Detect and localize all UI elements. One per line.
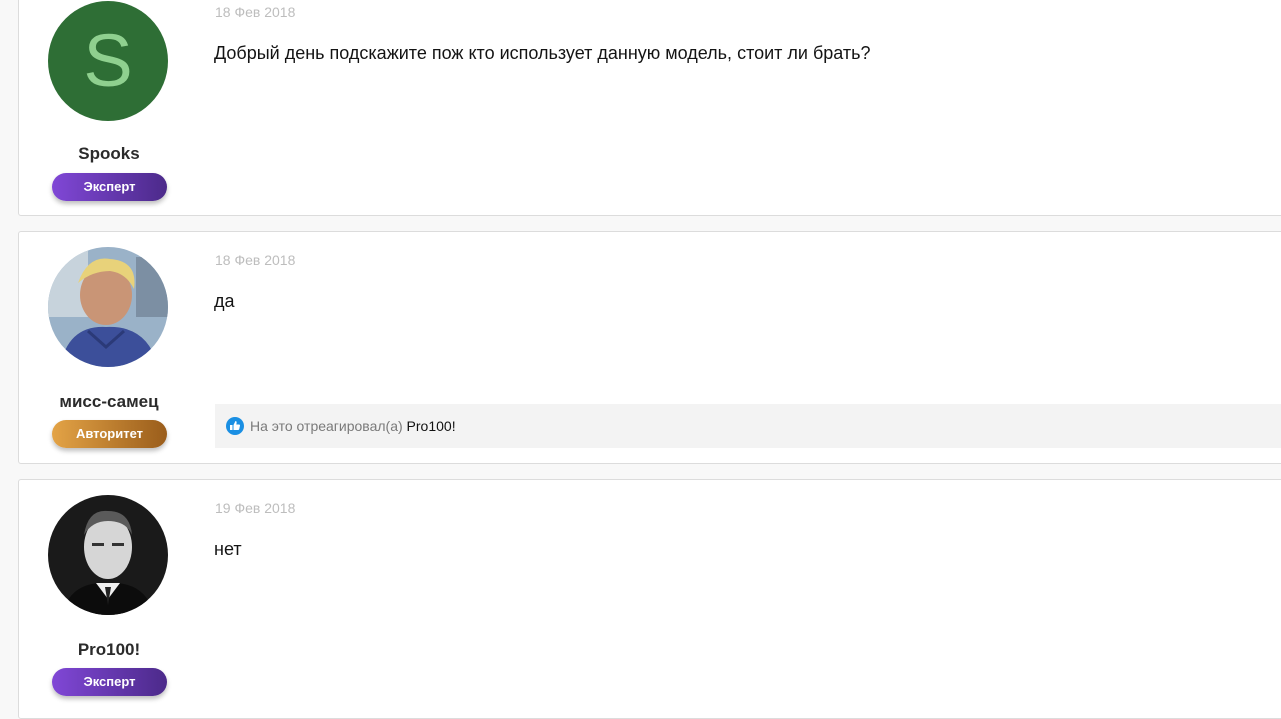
username[interactable]: Spooks [19,144,199,164]
post: мисс-самец Авторитет 18 Фев 2018 да На э… [18,231,1281,464]
like-icon[interactable] [226,417,244,435]
user-rank-badge: Эксперт [52,173,167,201]
post-author: Pro100! Эксперт [19,480,199,718]
username[interactable]: мисс-самец [19,392,199,412]
post: Pro100! Эксперт 19 Фев 2018 нет [18,479,1281,719]
avatar[interactable] [48,247,168,367]
post-date[interactable]: 19 Фев 2018 [215,500,295,516]
post-text: Добрый день подскажите пож кто используе… [214,43,871,63]
post-date[interactable]: 18 Фев 2018 [215,252,295,268]
reaction-prefix: На это отреагировал(а) [250,418,403,434]
user-photo-icon [48,495,168,615]
post-author: мисс-самец Авторитет [19,232,199,463]
post-text: да [214,291,235,311]
reaction-user-link[interactable]: Pro100! [407,418,456,434]
avatar[interactable]: S [48,1,168,121]
user-rank-badge: Авторитет [52,420,167,448]
post-text: нет [214,539,242,559]
username[interactable]: Pro100! [19,640,199,660]
post-date[interactable]: 18 Фев 2018 [215,4,295,20]
reactions-bar: На это отреагировал(а) Pro100! [215,404,1281,448]
post: S Spooks Эксперт 18 Фев 2018 Добрый день… [18,0,1281,216]
user-rank-badge: Эксперт [52,668,167,696]
reaction-summary: На это отреагировал(а) Pro100! [250,404,456,448]
avatar[interactable] [48,495,168,615]
post-author: S Spooks Эксперт [19,0,199,215]
avatar-letter: S [83,19,133,102]
user-photo-icon [48,247,168,367]
